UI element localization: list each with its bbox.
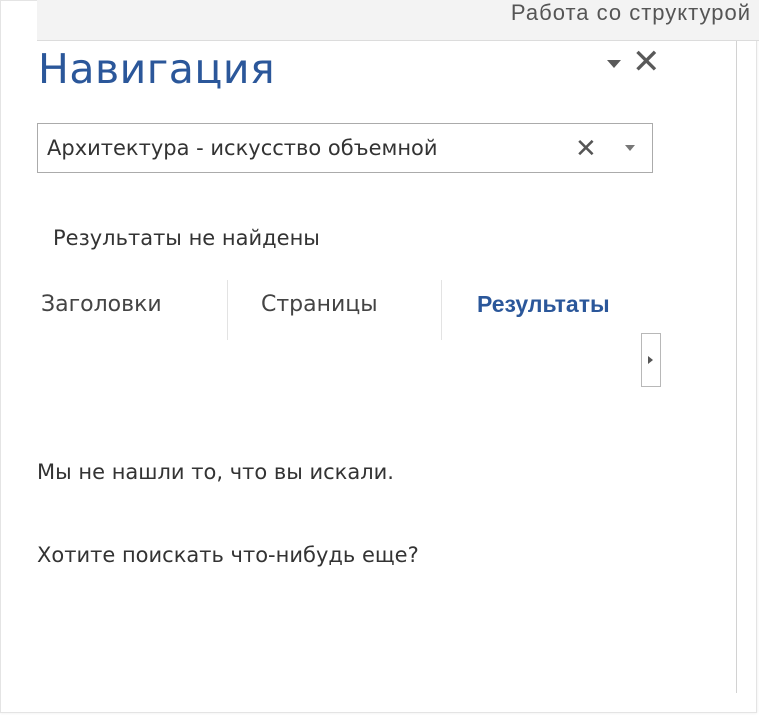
tab-divider <box>227 280 228 340</box>
search-input[interactable] <box>47 124 547 172</box>
search-options-chevron-icon[interactable] <box>625 145 637 153</box>
tab-divider <box>441 280 442 340</box>
tab-pages[interactable]: Страницы <box>261 292 378 317</box>
clear-search-icon[interactable]: ✕ <box>575 133 597 163</box>
results-message: Мы не нашли то, что вы искали. <box>37 460 394 484</box>
no-results-text: Результаты не найдены <box>53 226 320 250</box>
nav-tabs: Заголовки Страницы Результаты <box>37 280 667 340</box>
pane-border <box>736 41 737 693</box>
results-suggestion: Хотите поискать что-нибудь еще? <box>37 543 419 567</box>
search-box: ✕ <box>37 123 653 173</box>
pane-title: Навигация <box>38 45 276 93</box>
close-icon[interactable]: ✕ <box>632 42 661 82</box>
tab-scroll-right[interactable] <box>641 333 661 387</box>
ribbon-strip: Работа со структурой <box>37 0 759 41</box>
tab-headings[interactable]: Заголовки <box>41 292 162 317</box>
ribbon-tab-label[interactable]: Работа со структурой <box>511 0 751 26</box>
tab-results[interactable]: Результаты <box>477 291 643 318</box>
chevron-down-icon[interactable] <box>604 56 624 72</box>
chevron-right-icon[interactable] <box>641 333 661 387</box>
